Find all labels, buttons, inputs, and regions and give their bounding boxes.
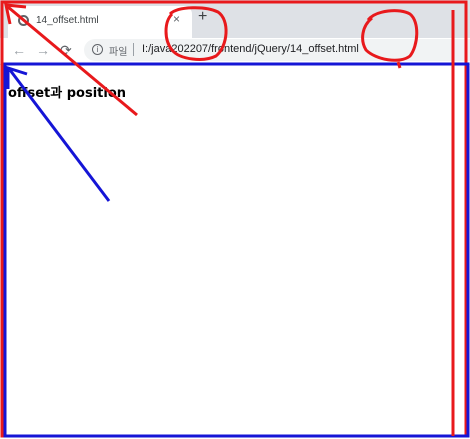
info-icon[interactable]: i [92,44,103,55]
browser-toolbar: ← → ⟳ i 파일 I:/java202207/frontend/jQuery… [0,38,470,65]
url-text[interactable]: I:/java202207/frontend/jQuery/14_offset.… [142,43,359,55]
plus-icon[interactable]: + [198,9,207,25]
page-content: offset과 position [0,65,470,439]
tab-title: 14_offset.html [36,15,99,26]
forward-arrow-icon[interactable]: → [36,42,50,58]
address-bar[interactable]: i 파일 I:/java202207/frontend/jQuery/14_of… [84,39,470,61]
tab-strip: 14_offset.html × + [0,0,470,38]
close-icon[interactable]: × [173,12,180,26]
tab-active[interactable]: 14_offset.html × [8,6,192,38]
address-separator [133,43,134,56]
back-arrow-icon[interactable]: ← [12,42,26,58]
page-heading: offset과 position [8,86,127,101]
security-chip[interactable]: 파일 [109,43,127,58]
page-icon [18,15,29,26]
reload-icon[interactable]: ⟳ [60,42,72,58]
